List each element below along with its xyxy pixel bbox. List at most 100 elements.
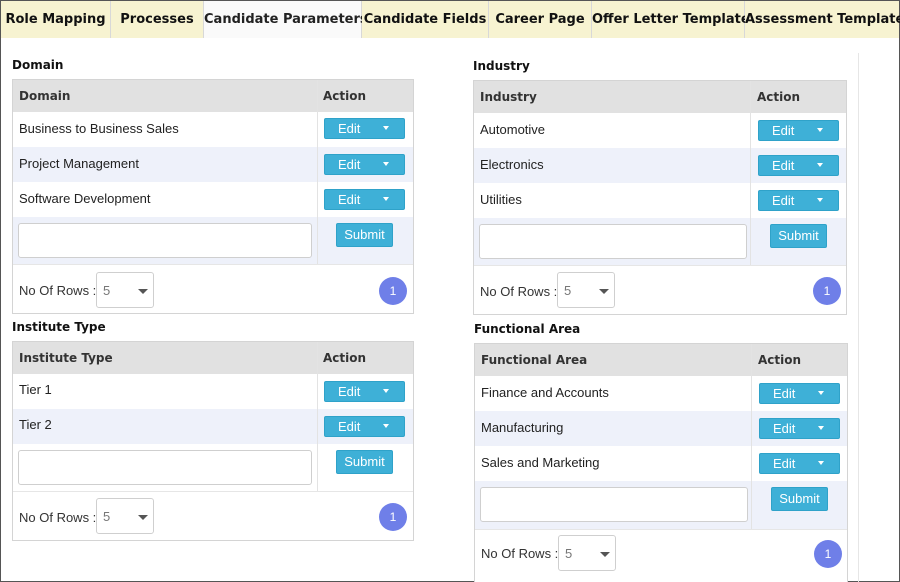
industry-table: Industry Action Automotive Edit Electron… bbox=[473, 80, 847, 315]
submit-button[interactable]: Submit bbox=[336, 223, 393, 247]
new-domain-input[interactable] bbox=[18, 223, 312, 258]
tab-processes[interactable]: Processes bbox=[111, 1, 204, 38]
domain-panel: Domain Domain Action Business to Busines… bbox=[12, 58, 414, 316]
row-label: Sales and Marketing bbox=[481, 455, 600, 470]
page-number-button[interactable]: 1 bbox=[379, 277, 407, 305]
rows-per-page-select[interactable]: 5 bbox=[96, 498, 154, 534]
edit-label: Edit bbox=[338, 121, 361, 136]
edit-label: Edit bbox=[338, 157, 361, 172]
edit-label: Edit bbox=[338, 384, 361, 399]
edit-label: Edit bbox=[772, 158, 795, 173]
new-institute-type-input[interactable] bbox=[18, 450, 312, 485]
edit-label: Edit bbox=[338, 419, 361, 434]
table-row: Project Management Edit bbox=[13, 147, 413, 182]
column-header-action: Action bbox=[757, 90, 801, 104]
edit-dropdown-button[interactable]: Edit bbox=[759, 453, 840, 474]
row-divider bbox=[475, 529, 847, 530]
submit-button[interactable]: Submit bbox=[771, 487, 828, 511]
column-header-name: Functional Area bbox=[481, 353, 588, 367]
tab-assessment-templates[interactable]: Assessment Templates bbox=[745, 1, 900, 38]
tab-candidate-parameters[interactable]: Candidate Parameters bbox=[204, 1, 368, 38]
rows-per-page-label: No Of Rows : bbox=[19, 510, 97, 525]
domain-table: Domain Action Business to Business Sales… bbox=[12, 79, 414, 314]
edit-label: Edit bbox=[773, 386, 796, 401]
add-row: Submit bbox=[13, 217, 413, 264]
column-header-name: Domain bbox=[19, 89, 71, 103]
edit-label: Edit bbox=[338, 192, 361, 207]
caret-down-icon bbox=[383, 197, 389, 201]
page-number-button[interactable]: 1 bbox=[379, 503, 407, 531]
row-label: Utilities bbox=[480, 192, 522, 207]
table-row: Utilities Edit bbox=[474, 183, 846, 218]
industry-panel: Industry Industry Action Automotive Edit… bbox=[473, 59, 847, 317]
edit-dropdown-button[interactable]: Edit bbox=[324, 189, 405, 210]
chevron-down-icon bbox=[138, 289, 148, 294]
edit-dropdown-button[interactable]: Edit bbox=[324, 381, 405, 402]
table-row: Software Development Edit bbox=[13, 182, 413, 217]
caret-down-icon bbox=[817, 163, 823, 167]
institute-type-table: Institute Type Action Tier 1 Edit Tier 2… bbox=[12, 341, 414, 541]
panel-title: Industry bbox=[473, 59, 530, 73]
tab-offer-letter-template[interactable]: Offer Letter Template bbox=[592, 1, 750, 38]
edit-dropdown-button[interactable]: Edit bbox=[759, 383, 840, 404]
submit-button[interactable]: Submit bbox=[336, 450, 393, 474]
tab-career-page[interactable]: Career Page bbox=[489, 1, 592, 38]
row-label: Automotive bbox=[480, 122, 546, 137]
functional-area-panel: Functional Area Functional Area Action F… bbox=[474, 322, 848, 582]
panel-title: Institute Type bbox=[12, 320, 106, 334]
edit-dropdown-button[interactable]: Edit bbox=[324, 118, 405, 139]
rows-per-page-label: No Of Rows : bbox=[19, 283, 97, 298]
edit-dropdown-button[interactable]: Edit bbox=[324, 154, 405, 175]
chevron-down-icon bbox=[138, 515, 148, 520]
settings-window: Role Mapping Processes Candidate Paramet… bbox=[0, 0, 900, 582]
table-header: Industry Action bbox=[474, 81, 846, 113]
institute-type-panel: Institute Type Institute Type Action Tie… bbox=[12, 320, 414, 542]
column-separator bbox=[317, 80, 318, 264]
row-divider bbox=[13, 264, 413, 265]
caret-down-icon bbox=[383, 424, 389, 428]
row-label: Electronics bbox=[480, 157, 544, 172]
row-divider bbox=[474, 265, 846, 266]
new-industry-input[interactable] bbox=[479, 224, 747, 259]
caret-down-icon bbox=[383, 126, 389, 130]
new-functional-area-input[interactable] bbox=[480, 487, 748, 522]
rows-per-page-select[interactable]: 5 bbox=[557, 272, 615, 308]
caret-down-icon bbox=[818, 391, 824, 395]
row-label: Tier 1 bbox=[19, 382, 52, 397]
edit-dropdown-button[interactable]: Edit bbox=[758, 155, 839, 176]
rows-per-page-label: No Of Rows : bbox=[481, 546, 559, 561]
table-row: Electronics Edit bbox=[474, 148, 846, 183]
row-label: Manufacturing bbox=[481, 420, 564, 435]
row-divider bbox=[13, 491, 413, 492]
column-header-name: Industry bbox=[480, 90, 537, 104]
submit-button[interactable]: Submit bbox=[770, 224, 827, 248]
rows-per-page-value: 5 bbox=[103, 283, 111, 298]
tab-role-mapping[interactable]: Role Mapping bbox=[1, 1, 111, 38]
add-row: Submit bbox=[474, 218, 846, 265]
table-header: Domain Action bbox=[13, 80, 413, 112]
page-number-button[interactable]: 1 bbox=[814, 540, 842, 568]
edit-dropdown-button[interactable]: Edit bbox=[758, 120, 839, 141]
panel-title: Functional Area bbox=[474, 322, 581, 336]
rows-per-page-select[interactable]: 5 bbox=[558, 535, 616, 571]
column-header-name: Institute Type bbox=[19, 351, 113, 365]
column-header-action: Action bbox=[323, 89, 367, 103]
table-header: Functional Area Action bbox=[475, 344, 847, 376]
add-row: Submit bbox=[475, 481, 847, 529]
column-separator bbox=[317, 342, 318, 491]
edit-dropdown-button[interactable]: Edit bbox=[758, 190, 839, 211]
tab-candidate-fields[interactable]: Candidate Fields bbox=[362, 1, 489, 38]
rows-per-page-select[interactable]: 5 bbox=[96, 272, 154, 308]
caret-down-icon bbox=[817, 198, 823, 202]
table-row: Sales and Marketing Edit bbox=[475, 446, 847, 481]
tab-bar: Role Mapping Processes Candidate Paramet… bbox=[1, 1, 900, 38]
column-header-action: Action bbox=[758, 353, 802, 367]
row-label: Business to Business Sales bbox=[19, 121, 179, 136]
row-label: Finance and Accounts bbox=[481, 385, 609, 400]
column-separator bbox=[751, 344, 752, 529]
edit-dropdown-button[interactable]: Edit bbox=[324, 416, 405, 437]
column-separator bbox=[750, 81, 751, 265]
page-number-button[interactable]: 1 bbox=[813, 277, 841, 305]
edit-dropdown-button[interactable]: Edit bbox=[759, 418, 840, 439]
edit-label: Edit bbox=[773, 456, 796, 471]
